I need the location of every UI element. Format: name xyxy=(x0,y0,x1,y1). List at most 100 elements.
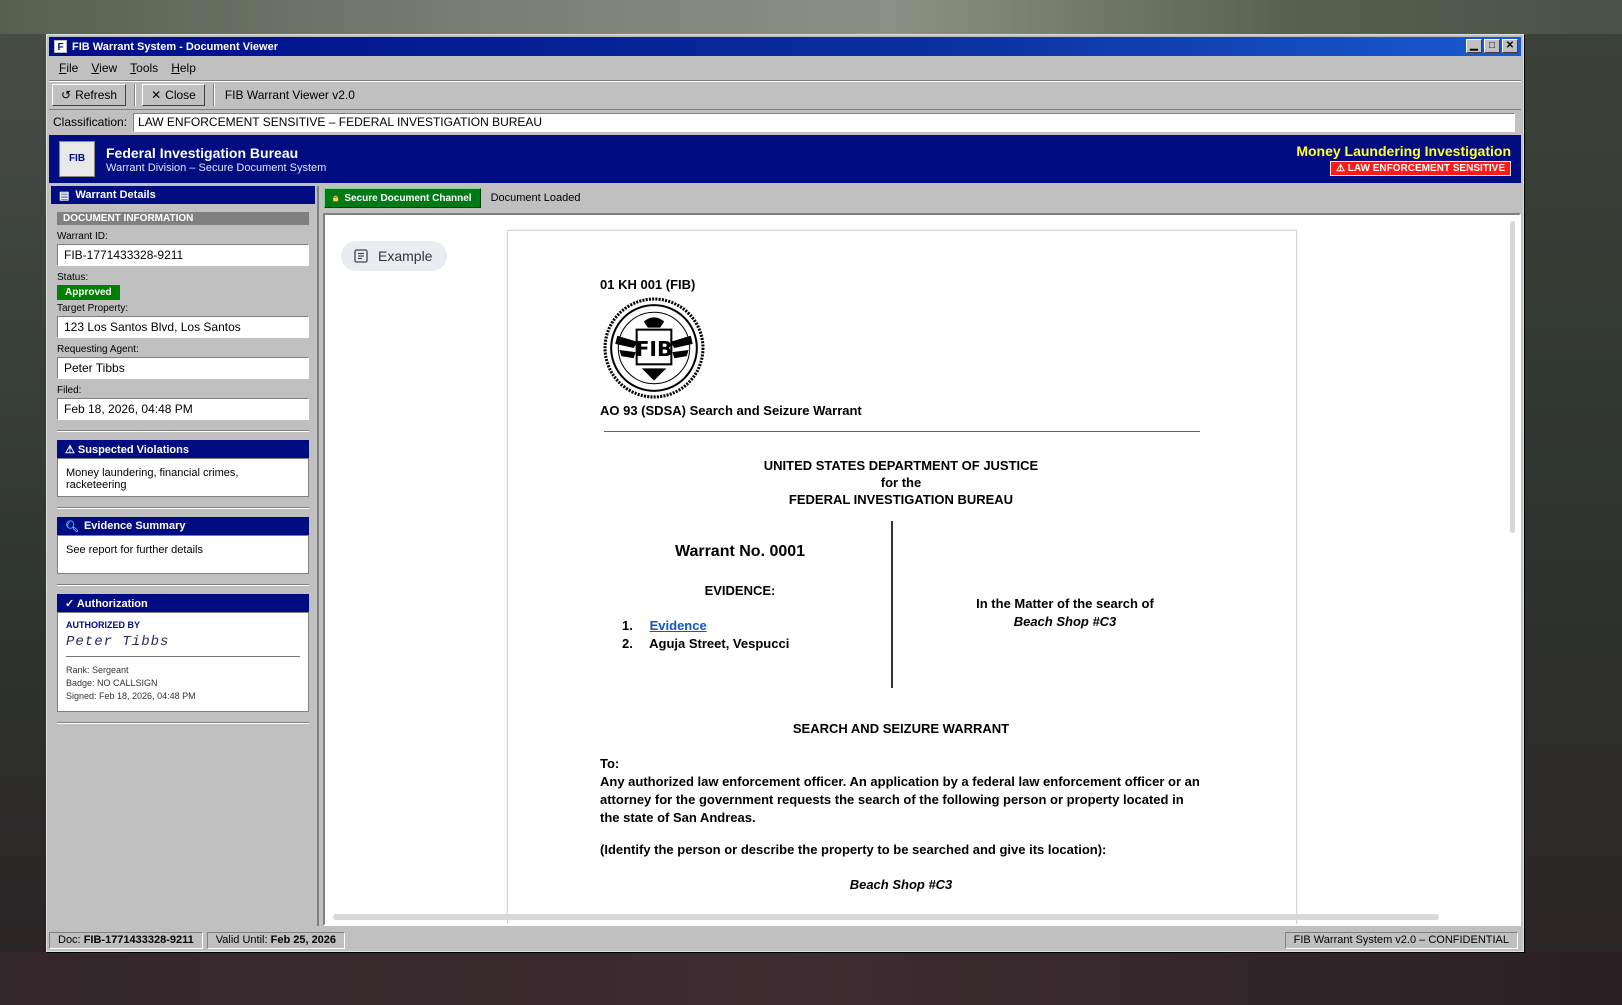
example-chip[interactable]: Example xyxy=(341,241,447,271)
fib-seal-icon: FIB xyxy=(603,297,705,399)
toolbar-separator xyxy=(134,84,137,106)
matter-block: In the Matter of the search of Beach Sho… xyxy=(895,595,1235,631)
warrant-id-field[interactable]: FIB-1771433328-9211 xyxy=(57,244,309,266)
background-scene-right xyxy=(1524,34,1622,1005)
close-x-icon: ✕ xyxy=(151,88,162,102)
list-number: 1. xyxy=(622,618,633,633)
divider xyxy=(57,430,309,432)
lock-icon: 🔒︎ xyxy=(333,192,339,204)
status-badge: Approved xyxy=(57,285,120,300)
warrant-id-label: Warrant ID: xyxy=(57,231,108,242)
department-line-1: UNITED STATES DEPARTMENT OF JUSTICE xyxy=(763,458,1039,473)
status-valid-value: Feb 25, 2026 xyxy=(270,934,337,946)
evidence-summary-title: Evidence Summary xyxy=(83,520,186,532)
window-title: FIB Warrant System - Document Viewer xyxy=(72,40,278,53)
evidence-link[interactable]: Evidence xyxy=(650,618,707,633)
matter-line: In the Matter of the search of xyxy=(976,596,1154,611)
divider xyxy=(57,507,309,509)
to-text: Any authorized law enforcement officer. … xyxy=(600,774,1200,825)
background-scene-bottom xyxy=(0,952,1622,1005)
authorized-by-label: AUTHORIZED BY xyxy=(66,620,140,630)
window-controls: ▁ □ ✕ xyxy=(1466,39,1518,53)
to-block: To: Any authorized law enforcement offic… xyxy=(600,755,1202,827)
classification-field[interactable]: LAW ENFORCEMENT SENSITIVE – FEDERAL INVE… xyxy=(133,112,1515,132)
vertical-scrollbar[interactable] xyxy=(1510,221,1515,533)
badge-text: Badge: NO CALLSIGN xyxy=(66,678,158,688)
status-doc-value: FIB-1771433328-9211 xyxy=(83,934,194,946)
filed-label: Filed: xyxy=(57,385,82,396)
authorization-header: ✓ Authorization xyxy=(57,594,309,612)
maximize-icon[interactable]: □ xyxy=(1484,39,1500,53)
horizontal-scrollbar[interactable] xyxy=(333,914,1439,920)
status-system: FIB Warrant System v2.0 – CONFIDENTIAL xyxy=(1284,932,1518,949)
secure-channel-badge: 🔒︎ Secure Document Channel xyxy=(324,188,481,208)
classification-row: Classification: LAW ENFORCEMENT SENSITIV… xyxy=(49,111,1521,133)
agency-banner: FIB Federal Investigation Bureau Warrant… xyxy=(49,135,1521,183)
evidence-summary-header: 🔍︎ Evidence Summary xyxy=(57,517,309,535)
matter-subject: Beach Shop #C3 xyxy=(1013,614,1117,629)
channel-status-strip: 🔒︎ Secure Document Channel Document Load… xyxy=(323,186,1521,210)
list-number: 2. xyxy=(622,636,633,651)
document-page: 01 KH 001 (FIB) FIB AO 93 (SDSA) Search … xyxy=(507,230,1297,924)
list-item: 1. Evidence xyxy=(622,617,789,635)
property-subject: Beach Shop #C3 xyxy=(849,877,953,892)
divider xyxy=(57,584,309,586)
document-information-heading: DOCUMENT INFORMATION xyxy=(57,212,309,225)
status-bar: Doc: FIB-1771433328-9211 Valid Until: Fe… xyxy=(49,931,1521,950)
rank-text: Rank: Sergeant xyxy=(66,665,129,675)
toolbar-separator xyxy=(212,84,215,106)
example-chip-label: Example xyxy=(378,248,433,264)
document-information-panel: DOCUMENT INFORMATION Warrant ID: FIB-177… xyxy=(57,212,309,724)
column-divider xyxy=(891,521,893,688)
case-title: Money Laundering Investigation xyxy=(1296,143,1511,159)
evidence-summary-text: See report for further details xyxy=(57,535,309,574)
ssw-heading: SEARCH AND SEIZURE WARRANT xyxy=(792,721,1010,736)
requesting-agent-label: Requesting Agent: xyxy=(57,344,139,355)
close-button[interactable]: ✕ Close xyxy=(142,84,205,106)
sensitivity-badge: ⚠ LAW ENFORCEMENT SENSITIVE xyxy=(1330,161,1511,176)
menu-help[interactable]: Help xyxy=(171,61,196,75)
to-label: To: xyxy=(600,756,620,771)
suspected-violations-header: ⚠ Suspected Violations xyxy=(57,440,309,458)
minimize-icon[interactable]: ▁ xyxy=(1466,39,1482,53)
signature: Peter Tibbs xyxy=(66,634,300,657)
evidence-location: Aguja Street, Vespucci xyxy=(649,636,790,651)
background-scene-left xyxy=(0,34,46,1005)
list-item: 2. Aguja Street, Vespucci xyxy=(622,635,789,653)
document-icon: ▤ xyxy=(59,189,70,202)
title-bar[interactable]: F FIB Warrant System - Document Viewer ▁… xyxy=(49,37,1521,56)
department-line-2: for the xyxy=(880,475,922,490)
signed-text: Signed: Feb 18, 2026, 04:48 PM xyxy=(66,691,196,701)
seal-text: FIB xyxy=(635,337,672,361)
secure-channel-label: Secure Document Channel xyxy=(344,192,472,204)
refresh-button[interactable]: ↺ Refresh xyxy=(52,84,127,106)
authorization-body: AUTHORIZED BY Peter Tibbs Rank: Sergeant… xyxy=(57,612,309,712)
warrant-number: Warrant No. 0001 xyxy=(674,543,806,560)
identify-text: (Identify the person or describe the pro… xyxy=(600,842,1107,857)
filed-field[interactable]: Feb 18, 2026, 04:48 PM xyxy=(57,398,309,420)
close-icon[interactable]: ✕ xyxy=(1502,39,1518,53)
department-line-3: FEDERAL INVESTIGATION BUREAU xyxy=(788,492,1014,507)
menu-bar: File View Tools Help xyxy=(49,57,1521,79)
agency-title: Federal Investigation Bureau xyxy=(106,145,299,161)
suspected-violations-text: Money laundering, financial crimes, rack… xyxy=(57,458,309,497)
menu-tools[interactable]: Tools xyxy=(130,61,158,75)
background-scene-top xyxy=(0,0,1622,34)
requesting-agent-field[interactable]: Peter Tibbs xyxy=(57,357,309,379)
department-heading: UNITED STATES DEPARTMENT OF JUSTICE for … xyxy=(600,457,1202,508)
menu-file[interactable]: File xyxy=(59,61,78,75)
evidence-list: 1. Evidence 2. Aguja Street, Vespucci xyxy=(622,617,789,653)
document-viewer[interactable]: Example 01 KH 001 (FIB) FIB AO 93 (SDSA)… xyxy=(323,213,1521,926)
app-icon: F xyxy=(54,40,67,53)
menu-view[interactable]: View xyxy=(91,61,117,75)
refresh-icon: ↺ xyxy=(61,88,72,102)
status-doc: Doc: FIB-1771433328-9211 xyxy=(49,932,203,949)
target-property-field[interactable]: 123 Los Santos Blvd, Los Santos xyxy=(57,316,309,338)
target-property-label: Target Property: xyxy=(57,303,129,314)
document-lines-icon xyxy=(354,249,368,263)
status-doc-label: Doc: xyxy=(58,934,81,946)
warrant-details-sidebar: ▤ Warrant Details DOCUMENT INFORMATION W… xyxy=(49,186,319,926)
fib-logo: FIB xyxy=(59,141,95,177)
status-valid: Valid Until: Feb 25, 2026 xyxy=(206,932,346,949)
form-title: AO 93 (SDSA) Search and Seizure Warrant xyxy=(600,403,862,418)
